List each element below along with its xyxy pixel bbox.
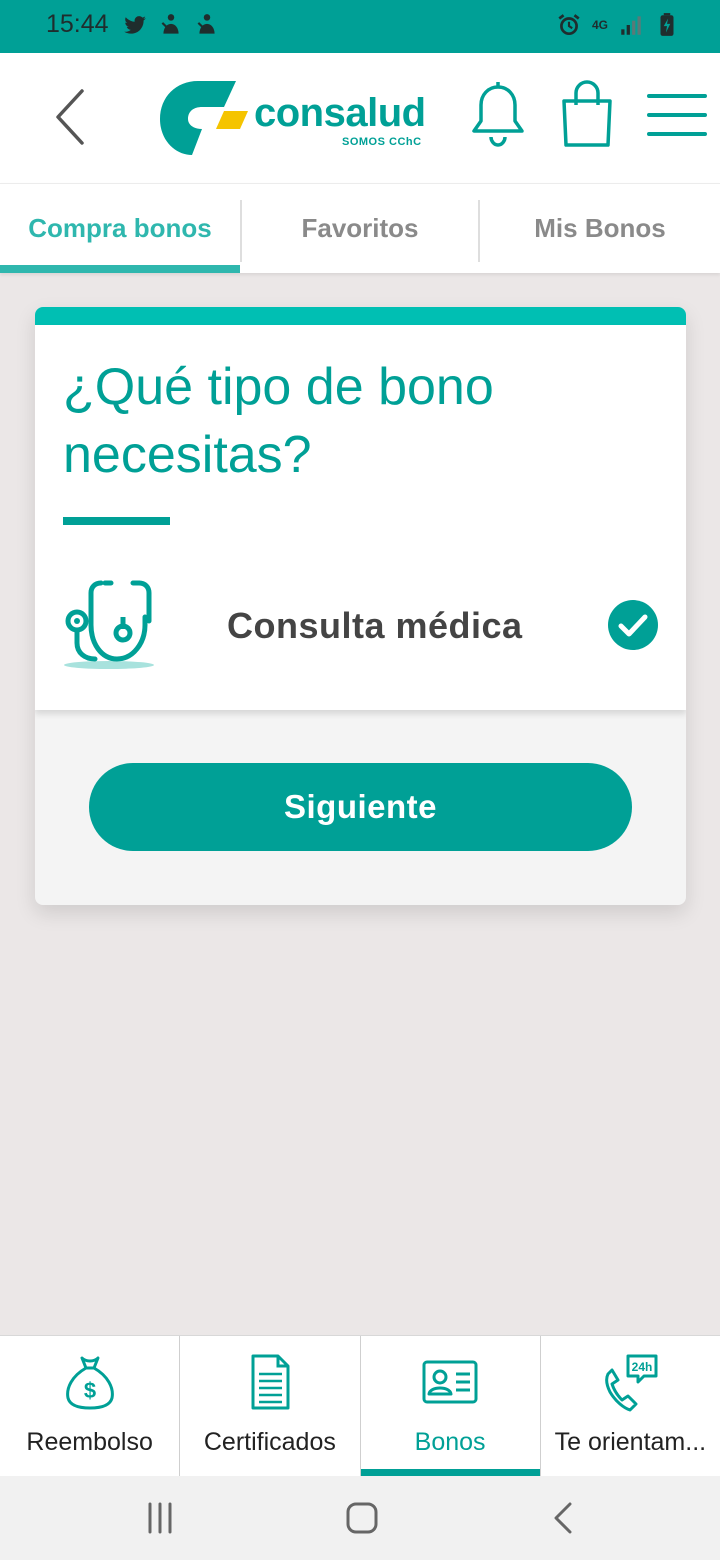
status-right-icons: 4G: [556, 12, 680, 38]
logo-mark-icon: [160, 81, 248, 155]
tab-label: Compra bonos: [28, 213, 212, 243]
card-title: ¿Qué tipo de bono necesitas?: [63, 358, 494, 484]
nav-te-orientamos[interactable]: 24h Te orientam...: [541, 1336, 720, 1476]
bono-type-card: ¿Qué tipo de bono necesitas? Consulta mé…: [35, 307, 686, 905]
card-top-accent: [35, 307, 686, 325]
nav-bonos[interactable]: Bonos: [360, 1336, 541, 1476]
bottom-nav: $ Reembolso Certificados Bonos 24h Te or…: [0, 1335, 720, 1476]
svg-text:24h: 24h: [632, 1360, 653, 1374]
card-content: ¿Qué tipo de bono necesitas? Consulta mé…: [35, 325, 686, 710]
logo-subtitle: SOMOS CChC: [342, 136, 422, 148]
option-label: Consulta médica: [227, 605, 523, 646]
shopping-bag-icon[interactable]: [558, 79, 616, 149]
back-icon[interactable]: [50, 85, 94, 149]
nav-label: Bonos: [414, 1428, 486, 1456]
nav-label: Reembolso: [26, 1428, 153, 1456]
money-bag-icon: $: [65, 1356, 114, 1410]
tab-bar: Compra bonos Favoritos Mis Bonos: [0, 183, 720, 273]
menu-icon[interactable]: [646, 91, 708, 139]
app-header: consalud SOMOS CChC: [0, 53, 720, 183]
tab-compra-bonos[interactable]: Compra bonos: [0, 184, 240, 273]
document-icon: [251, 1354, 290, 1410]
status-bar: 15:44 4G: [0, 0, 720, 53]
logo-text: consalud: [254, 91, 426, 135]
svg-text:$: $: [84, 1378, 96, 1403]
tab-label: Mis Bonos: [534, 213, 666, 243]
network-4g-icon: 4G: [591, 18, 608, 32]
status-left-icons: [122, 12, 220, 38]
system-back-icon[interactable]: [542, 1496, 586, 1540]
tab-favoritos[interactable]: Favoritos: [240, 184, 480, 273]
tab-mis-bonos[interactable]: Mis Bonos: [480, 184, 720, 273]
nav-label: Certificados: [203, 1428, 336, 1456]
nav-reembolso[interactable]: $ Reembolso: [0, 1336, 181, 1476]
checkmark-selected-icon[interactable]: [607, 599, 659, 651]
title-underline: [63, 517, 170, 525]
bell-icon[interactable]: [470, 81, 526, 149]
status-time: 15:44: [46, 10, 109, 38]
nav-label: Te orientam...: [554, 1428, 707, 1456]
twitter-icon: [124, 16, 146, 34]
notification-icon: [161, 14, 179, 34]
system-nav-bar: [0, 1476, 720, 1560]
nav-certificados[interactable]: Certificados: [180, 1336, 361, 1476]
siguiente-button[interactable]: Siguiente: [89, 763, 632, 851]
tab-divider: [240, 200, 242, 262]
home-icon[interactable]: [340, 1496, 384, 1540]
consalud-logo[interactable]: consalud SOMOS CChC: [158, 79, 428, 159]
id-card-icon: [422, 1360, 478, 1404]
signal-icon: [621, 16, 641, 35]
alarm-icon: [558, 14, 580, 36]
recents-icon[interactable]: [138, 1496, 182, 1540]
battery-charging-icon: [660, 13, 674, 36]
phone-24h-icon: 24h: [605, 1354, 658, 1412]
notification-icon: [197, 14, 215, 34]
tab-label: Favoritos: [301, 213, 419, 243]
option-consulta-medica[interactable]: Consulta médica: [35, 575, 686, 685]
stethoscope-icon: [64, 580, 154, 669]
